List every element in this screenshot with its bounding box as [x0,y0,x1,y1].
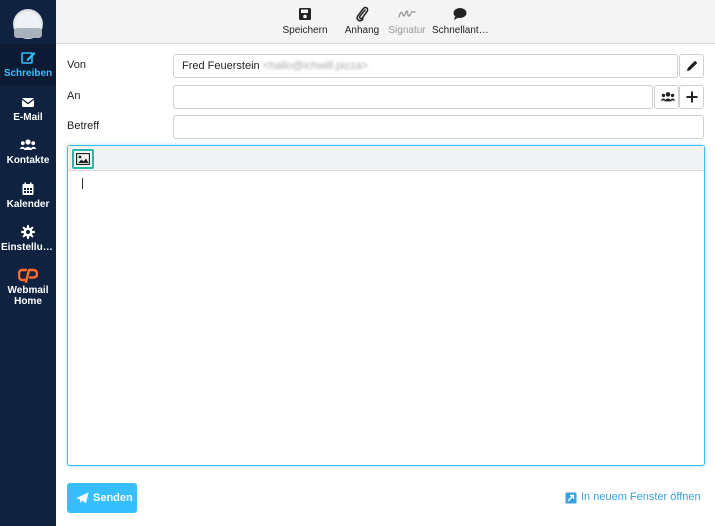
pencil-icon [687,60,698,71]
gear-icon [21,225,35,239]
insert-image-button[interactable] [72,149,94,169]
floppy-disk-icon [299,8,311,20]
sidebar-item-calendar[interactable]: Kalender [0,181,56,217]
save-label: Speichern [282,25,328,36]
send-label: Senden [93,492,133,504]
sidebar-item-label: Schreiben [3,68,53,79]
signature-icon [398,10,416,18]
speech-bubble-icon [453,8,467,20]
envelope-icon [21,98,35,107]
sidebar-item-compose[interactable]: Schreiben [0,44,56,86]
roundcube-logo[interactable] [8,6,48,42]
sidebar-item-label: Webmail [7,285,49,296]
sidebar-item-label: E-Mail [13,112,43,123]
address-book-button[interactable] [654,85,679,109]
contacts-icon [19,139,37,150]
sidebar-item-mail[interactable]: E-Mail [0,94,56,130]
plus-icon [686,91,698,103]
image-icon [76,153,90,165]
sidebar-item-label: Kalender [6,199,50,210]
subject-field[interactable] [173,115,704,139]
attach-label: Anhang [344,25,380,36]
calendar-icon [22,182,34,195]
from-value: Fred Feuerstein <hallo@ichwill.pizza> [182,60,368,72]
to-field[interactable] [173,85,653,109]
save-button[interactable]: Speichern [280,6,330,36]
signature-button[interactable]: Signatur [387,6,427,36]
from-email: <hallo@ichwill.pizza> [262,60,369,72]
from-label: Von [67,59,86,71]
toolbar: Speichern Anhang Signatur Schnellant… [56,0,715,44]
contacts-icon [660,92,676,102]
sidebar: Schreiben E-Mail Kontakte Kalender Einst… [0,0,56,526]
editor-toolbar [68,146,704,171]
add-header-button[interactable] [679,85,704,109]
sidebar-item-contacts[interactable]: Kontakte [0,137,56,173]
send-button[interactable]: Senden [67,483,137,513]
to-label: An [67,90,81,102]
message-editor[interactable] [67,145,705,466]
text-cursor [82,178,83,189]
cpanel-icon [18,268,38,283]
open-in-new-window-label: In neuem Fenster öffnen [581,491,701,503]
sidebar-item-label: Kontakte [6,155,50,166]
from-name: Fred Feuerstein [182,60,260,72]
quick-response-button[interactable]: Schnellant… [432,6,489,36]
sidebar-item-label: Einstellung… [1,242,56,253]
paper-plane-icon [76,492,89,504]
subject-label: Betreff [67,120,100,132]
paperclip-icon [356,6,369,22]
external-window-icon [565,492,577,504]
signature-label: Signatur [388,25,426,36]
compose-icon [21,52,36,64]
from-field[interactable]: Fred Feuerstein <hallo@ichwill.pizza> [173,54,678,78]
sidebar-item-settings[interactable]: Einstellung… [0,224,56,260]
sidebar-item-webmail-home[interactable]: Webmail Home [0,267,56,311]
edit-identity-button[interactable] [679,54,704,78]
attach-button[interactable]: Anhang [341,6,383,36]
quick-response-label: Schnellant… [432,25,489,36]
sidebar-item-label-line2: Home [14,296,42,307]
